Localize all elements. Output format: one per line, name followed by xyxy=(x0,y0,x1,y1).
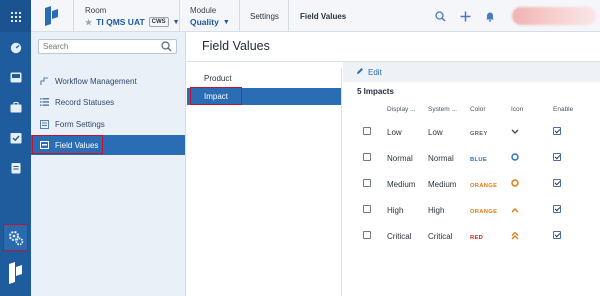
display-name-cell: Normal xyxy=(387,153,413,163)
column-header-enable[interactable]: Enable xyxy=(551,100,585,119)
search-icon[interactable] xyxy=(434,10,446,22)
highlight-box xyxy=(190,87,242,105)
table-row[interactable]: Normal Normal BLUE xyxy=(355,145,585,171)
row-select-checkbox[interactable] xyxy=(363,205,371,213)
module-selector[interactable]: Quality ▼ xyxy=(190,17,230,27)
system-name-cell: Normal xyxy=(428,153,454,163)
display-name-cell: Low xyxy=(387,127,402,137)
impacts-table: Display ... System ... Color Icon Enable… xyxy=(355,100,585,249)
display-name-cell: High xyxy=(387,205,404,215)
display-name-cell: Medium xyxy=(387,179,416,189)
table-row[interactable]: Critical Critical RED xyxy=(355,223,585,249)
pencil-icon[interactable] xyxy=(356,67,364,77)
module-label: Module xyxy=(190,6,217,15)
nav-item-form-settings[interactable]: Form Settings xyxy=(31,114,185,134)
edit-toolbar: Edit xyxy=(343,62,600,82)
color-tag: GREY xyxy=(470,130,488,137)
header-logo xyxy=(44,6,59,26)
table-row[interactable]: High High ORANGE xyxy=(355,197,585,223)
color-tag: RED xyxy=(470,234,484,241)
clipboard-icon[interactable] xyxy=(8,160,23,175)
color-tag: BLUE xyxy=(470,156,487,163)
room-label: Room xyxy=(85,6,107,15)
app-rail xyxy=(0,0,31,296)
table-header-row: Display ... System ... Color Icon Enable xyxy=(355,100,585,119)
nav-item-workflow-management[interactable]: Workflow Management xyxy=(31,71,185,91)
row-select-checkbox[interactable] xyxy=(363,231,371,239)
value-type-product[interactable]: Product xyxy=(187,70,341,87)
column-header-icon[interactable]: Icon xyxy=(509,100,551,119)
apps-grid-icon[interactable] xyxy=(8,9,23,24)
chevron-down-icon: ▼ xyxy=(222,18,230,26)
breadcrumb-field-values: Field Values xyxy=(300,12,347,21)
select-column-header xyxy=(355,100,385,119)
color-tag: ORANGE xyxy=(470,208,498,215)
enable-checkbox[interactable] xyxy=(553,205,561,213)
settings-nav: Workflow Management Record Statuses Form… xyxy=(31,32,186,296)
top-header: Room ★ TI QMS UAT CWS ▼ Module Quality ▼… xyxy=(31,0,600,32)
page-title: Field Values xyxy=(202,39,270,53)
system-name-cell: Medium xyxy=(428,179,457,189)
enable-checkbox[interactable] xyxy=(553,179,561,187)
color-tag: ORANGE xyxy=(470,182,498,189)
brand-logo xyxy=(7,262,24,284)
highlight-box xyxy=(32,135,103,154)
room-badge: CWS xyxy=(148,17,169,27)
system-name-cell: Low xyxy=(428,127,443,137)
double-chevron-up-icon xyxy=(511,231,519,242)
task-check-icon[interactable] xyxy=(8,130,23,145)
list-icon xyxy=(40,98,49,107)
table-row[interactable]: Low Low GREY xyxy=(355,119,585,145)
edit-button[interactable]: Edit xyxy=(368,68,382,77)
column-header-system[interactable]: System ... xyxy=(426,100,468,119)
inbox-icon[interactable] xyxy=(8,70,23,85)
enable-checkbox[interactable] xyxy=(553,153,561,161)
user-menu[interactable] xyxy=(512,7,596,25)
breadcrumb-settings[interactable]: Settings xyxy=(250,12,279,21)
gears-icon xyxy=(8,230,24,248)
search-input[interactable] xyxy=(39,40,149,53)
form-icon xyxy=(40,119,49,129)
search-box[interactable] xyxy=(38,39,177,54)
enable-checkbox[interactable] xyxy=(553,127,561,135)
search-icon[interactable] xyxy=(161,41,172,52)
row-select-checkbox[interactable] xyxy=(363,127,371,135)
rail-top xyxy=(0,0,31,32)
room-value: TI QMS UAT xyxy=(96,17,145,27)
circle-icon xyxy=(511,153,519,163)
system-name-cell: High xyxy=(428,205,445,215)
dashboard-icon[interactable] xyxy=(8,40,23,55)
display-name-cell: Critical xyxy=(387,231,412,241)
table-row[interactable]: Medium Medium ORANGE xyxy=(355,171,585,197)
column-header-color[interactable]: Color xyxy=(468,100,509,119)
row-select-checkbox[interactable] xyxy=(363,153,371,161)
enable-checkbox[interactable] xyxy=(553,231,561,239)
module-value: Quality xyxy=(190,17,219,27)
add-icon[interactable] xyxy=(459,10,471,22)
settings-rail-button[interactable] xyxy=(3,224,28,251)
impact-count: 5 Impacts xyxy=(357,87,394,96)
briefcase-icon[interactable] xyxy=(8,100,23,115)
room-selector[interactable]: ★ TI QMS UAT CWS ▼ xyxy=(85,17,180,27)
column-header-display[interactable]: Display ... xyxy=(385,100,426,119)
system-name-cell: Critical xyxy=(428,231,453,241)
star-icon[interactable]: ★ xyxy=(85,18,92,27)
bell-icon[interactable] xyxy=(484,10,496,22)
row-select-checkbox[interactable] xyxy=(363,179,371,187)
nav-item-record-statuses[interactable]: Record Statuses xyxy=(31,92,185,112)
chevron-up-icon xyxy=(511,205,519,215)
chevron-down-icon xyxy=(511,127,519,137)
circle-icon xyxy=(511,179,519,189)
workflow-icon xyxy=(40,76,49,86)
